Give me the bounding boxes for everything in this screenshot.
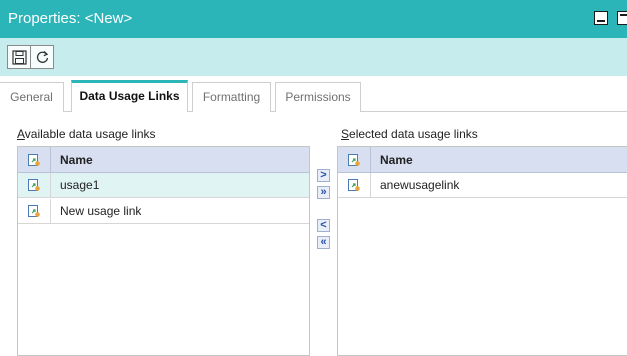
add-all-button[interactable]: » — [317, 186, 330, 199]
link-icon — [338, 147, 371, 172]
save-button[interactable] — [7, 45, 31, 69]
window-title: Properties: <New> — [8, 10, 133, 27]
toolbar — [0, 38, 627, 76]
grid-header: Name — [18, 147, 309, 173]
list-item-name: anewusagelink — [380, 178, 460, 192]
list-item-name: usage1 — [60, 178, 100, 192]
link-icon — [18, 173, 51, 197]
floppy-disk-icon — [11, 49, 27, 65]
available-mnemonic: A — [17, 127, 25, 141]
link-icon — [18, 147, 51, 172]
available-label-rest: vailable data usage links — [24, 127, 156, 141]
refresh-button[interactable] — [30, 45, 54, 69]
selected-mnemonic: S — [341, 127, 350, 141]
link-icon — [338, 173, 371, 197]
link-icon — [18, 199, 51, 223]
remove-selected-button[interactable]: < — [317, 219, 330, 232]
refresh-icon — [36, 50, 48, 63]
remove-all-button[interactable]: « — [317, 236, 330, 249]
grid-header: Name — [338, 147, 627, 173]
list-item[interactable]: New usage link — [18, 199, 309, 224]
list-item-name: New usage link — [60, 204, 142, 218]
available-links-label: Available data usage links — [17, 127, 156, 141]
tab-formatting[interactable]: Formatting — [192, 82, 271, 112]
tab-general[interactable]: General — [0, 82, 64, 112]
tab-data-usage-links[interactable]: Data Usage Links — [71, 80, 188, 112]
available-links-grid[interactable]: Name usage1 New usage link — [17, 146, 310, 356]
column-header-name[interactable]: Name — [60, 153, 93, 167]
tab-permissions[interactable]: Permissions — [275, 82, 361, 112]
maximize-icon[interactable] — [617, 11, 627, 25]
selected-links-grid[interactable]: Name anewusagelink — [337, 146, 627, 356]
add-selected-button[interactable]: > — [317, 169, 330, 182]
list-item[interactable]: usage1 — [18, 173, 309, 198]
minimize-icon[interactable] — [594, 11, 608, 25]
selected-links-label: Selected data usage links — [341, 127, 478, 141]
column-header-name[interactable]: Name — [380, 153, 413, 167]
tab-strip: General Data Usage Links Formatting Perm… — [0, 80, 627, 112]
list-item[interactable]: anewusagelink — [338, 173, 627, 198]
selected-label-rest: elected data usage links — [349, 127, 478, 141]
title-bar: Properties: <New> — [0, 0, 627, 38]
